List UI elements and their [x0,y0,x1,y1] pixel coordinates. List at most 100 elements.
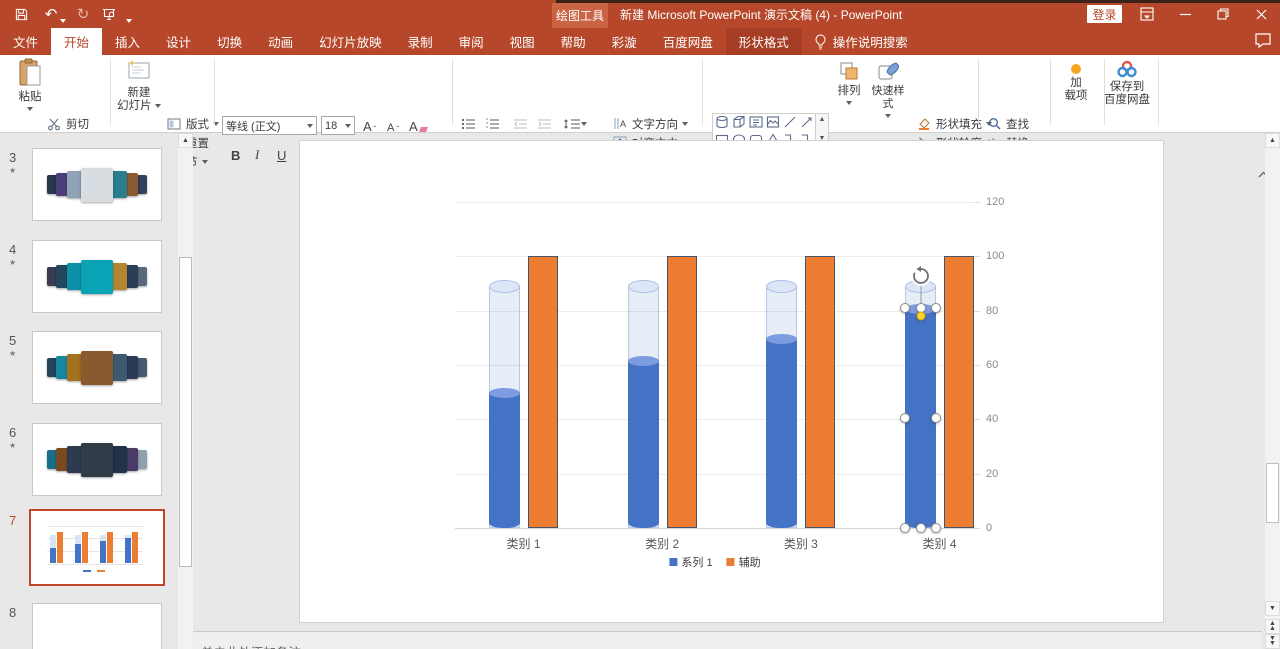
underline-button[interactable]: U [274,143,289,163]
save-icon[interactable] [12,5,30,23]
shape-line-icon[interactable] [781,114,798,131]
layout-button[interactable]: 版式 [166,115,219,132]
panel-scrollbar[interactable]: ▲ [178,133,193,649]
selection-handle-top-left[interactable] [900,303,910,313]
slide-thumbnail-3[interactable] [32,148,162,221]
minimize-button[interactable] [1170,0,1200,28]
font-size-combo[interactable]: 18 [321,116,355,135]
close-button[interactable] [1246,0,1276,28]
line-spacing-icon[interactable] [562,115,588,133]
save-to-baidu-netdisk-button[interactable]: 保存到百度网盘 [1102,60,1152,132]
tab-shape-format[interactable]: 形状格式 [726,28,802,55]
chart[interactable]: 020406080100120类别 1类别 2类别 3类别 4系列 1辅助 [455,202,975,528]
shape-arrow-line-icon[interactable] [798,114,815,131]
scroll-up-icon[interactable]: ▲ [1265,133,1280,148]
aux-bar[interactable] [528,256,558,528]
shape-fill-button[interactable]: 形状填充 [916,115,992,132]
comments-icon[interactable] [1254,32,1274,52]
tab-审阅[interactable]: 审阅 [446,28,497,55]
tab-视图[interactable]: 视图 [497,28,548,55]
slide-thumbnail-5[interactable] [32,331,162,404]
panel-scroll-up-icon[interactable]: ▲ [178,133,193,148]
aux-bar[interactable] [944,256,974,528]
text-direction-button[interactable]: A 文字方向 [612,115,688,132]
slide-number-6: 6 [9,425,16,440]
notes-pane[interactable]: 单击此处添加备注 [193,631,1262,649]
tab-切换[interactable]: 切换 [204,28,255,55]
main-scrollbar[interactable]: ▲ ▼ ▲▲ ▼▼ [1265,133,1280,649]
slide-thumbnail-4[interactable] [32,240,162,313]
slide-thumbnail-6[interactable] [32,423,162,496]
rotate-handle[interactable] [910,265,932,287]
selection-handle-middle-right[interactable] [931,413,941,423]
tab-帮助[interactable]: 帮助 [548,28,599,55]
selection-handle-bottom-right[interactable] [931,523,941,533]
adjust-handle[interactable] [916,311,925,320]
redo-icon[interactable]: ↻ [74,5,92,23]
restore-button[interactable] [1208,0,1238,28]
series1-bar[interactable] [766,338,797,528]
shape-fill-icon [916,116,932,132]
italic-button[interactable]: I [252,143,262,163]
undo-icon[interactable]: ↶ [42,5,60,23]
quick-styles-icon [877,60,899,82]
chart-legend[interactable]: 系列 1辅助 [669,554,760,570]
shape-cylinder-icon[interactable] [713,114,730,131]
start-slideshow-icon[interactable] [100,5,118,23]
tab-动画[interactable]: 动画 [255,28,306,55]
selection-handle-top-right[interactable] [931,303,941,313]
bold-button[interactable]: B [228,143,243,163]
login-button[interactable]: 登录 [1087,5,1122,23]
tab-开始[interactable]: 开始 [51,28,102,55]
thumbnail-photo-chip [81,351,113,385]
scroll-down-icon[interactable]: ▼ [1265,601,1280,616]
clear-formatting-icon[interactable]: A [406,114,430,134]
tab-百度网盘[interactable]: 百度网盘 [650,28,726,55]
panel-scrollbar-thumb[interactable] [179,257,192,567]
slide-thumbnail-8[interactable] [32,603,162,649]
increase-indent-icon[interactable] [534,115,554,133]
bullets-icon[interactable] [458,115,478,133]
series1-bar[interactable] [628,360,659,528]
next-slide-icon[interactable]: ▼▼ [1265,634,1280,649]
shape-text-box-icon[interactable] [747,114,764,131]
aux-bar[interactable] [805,256,835,528]
aux-bar[interactable] [667,256,697,528]
cut-button[interactable]: 剪切 [46,115,89,132]
decrease-indent-icon[interactable] [510,115,530,133]
previous-slide-icon[interactable]: ▲▲ [1265,619,1280,634]
slides-panel: 3★4★5★6★78 [0,133,178,649]
slide-number-8: 8 [9,605,16,620]
numbering-icon[interactable] [482,115,502,133]
slide-thumbnail-7[interactable] [29,509,165,586]
series1-bar[interactable] [489,392,520,528]
decrease-font-icon[interactable]: Aˇ [384,114,402,134]
increase-font-icon[interactable]: Aˆ [360,114,379,134]
arrange-button[interactable]: 排列 [832,60,866,132]
shape-cube-icon[interactable] [730,114,747,131]
selection-handle-middle-left[interactable] [900,413,910,423]
tab-幻灯片放映[interactable]: 幻灯片放映 [306,28,395,55]
shape-picture-frame-icon[interactable] [764,114,781,131]
ribbon-display-options-icon[interactable] [1132,0,1162,28]
slide-number-4: 4 [9,242,16,257]
tab-file[interactable]: 文件 [0,28,51,55]
quick-styles-button[interactable]: 快速样式 [868,60,908,132]
tab-彩漩[interactable]: 彩漩 [599,28,650,55]
tab-设计[interactable]: 设计 [153,28,204,55]
addin-dot-icon [1071,64,1081,74]
tab-插入[interactable]: 插入 [102,28,153,55]
tab-录制[interactable]: 录制 [395,28,446,55]
legend-item: 辅助 [727,554,761,570]
selection-handle-bottom-center[interactable] [916,523,926,533]
layout-icon [166,116,182,132]
add-ins-button[interactable]: 加载项 [1054,60,1098,132]
ribbon-main-tabs: 开始插入设计切换动画幻灯片放映录制审阅视图帮助彩漩百度网盘 [51,28,726,55]
tell-me-box[interactable]: 操作说明搜索 [802,28,920,55]
new-slide-button[interactable]: 新建幻灯片 [116,58,162,130]
font-family-combo[interactable]: 等线 (正文) [222,116,317,135]
slide-canvas[interactable]: 020406080100120类别 1类别 2类别 3类别 4系列 1辅助 [300,141,1163,622]
selection-handle-bottom-left[interactable] [900,523,910,533]
find-button[interactable]: 查找 [986,115,1029,132]
main-scrollbar-thumb[interactable] [1266,463,1279,523]
